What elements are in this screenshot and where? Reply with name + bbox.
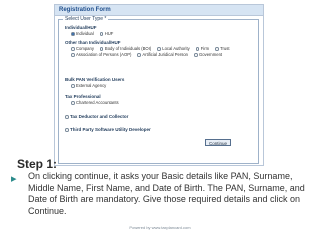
powered-by-footer: Powered by www.taxplancard.com (129, 225, 191, 230)
group-title: Third Party Software Utility Developer (70, 127, 151, 132)
radio-icon (195, 47, 200, 51)
step-description: On clicking continue, it asks your Basic… (28, 171, 305, 216)
radio-external-agency[interactable]: External Agency (71, 83, 106, 89)
radio-government[interactable]: Government (194, 52, 222, 58)
radio-icon (99, 32, 104, 36)
radio-icon (65, 128, 69, 132)
continue-button[interactable]: Continue (205, 139, 232, 146)
radio-icon (215, 47, 219, 51)
group-third-party-developer[interactable]: Third Party Software Utility Developer (65, 127, 151, 133)
group-tax-professional: Tax Professional Chartered Accountants (65, 94, 125, 106)
radio-aop[interactable]: Association of Persons (AOP) (71, 52, 131, 58)
registration-form: Registration Form Select User Type * Ind… (54, 4, 264, 166)
radio-individual[interactable]: Individual (71, 31, 94, 37)
radio-chartered-accountants[interactable]: Chartered Accountants (71, 100, 119, 106)
radio-icon (71, 53, 75, 57)
radio-icon (137, 53, 141, 57)
radio-icon (65, 115, 69, 119)
radio-icon (71, 47, 75, 51)
group-tax-deductor[interactable]: Tax Deductor and Collector (65, 114, 128, 120)
radio-icon (99, 47, 104, 51)
radio-selected-icon (71, 32, 75, 36)
bullet-arrow-icon: ▸ (11, 173, 17, 185)
radio-icon (157, 47, 161, 51)
select-user-type-legend: Select User Type * (63, 16, 109, 23)
radio-icon (194, 53, 198, 57)
group-title: Tax Deductor and Collector (70, 114, 129, 119)
form-header: Registration Form (55, 5, 263, 16)
group-bulk-pan: Bulk PAN Verification Users External Age… (65, 77, 124, 89)
group-individual-huf: Individual/HUF Individual HUF (65, 25, 119, 37)
radio-icon (71, 101, 75, 105)
radio-ajp[interactable]: Artificial Juridical Person (137, 52, 188, 58)
radio-icon (71, 84, 75, 88)
radio-huf[interactable]: HUF (99, 31, 113, 37)
group-other: Other than Individual/HUF Company Body o… (65, 40, 257, 58)
step-title: Step 1: (17, 157, 58, 171)
